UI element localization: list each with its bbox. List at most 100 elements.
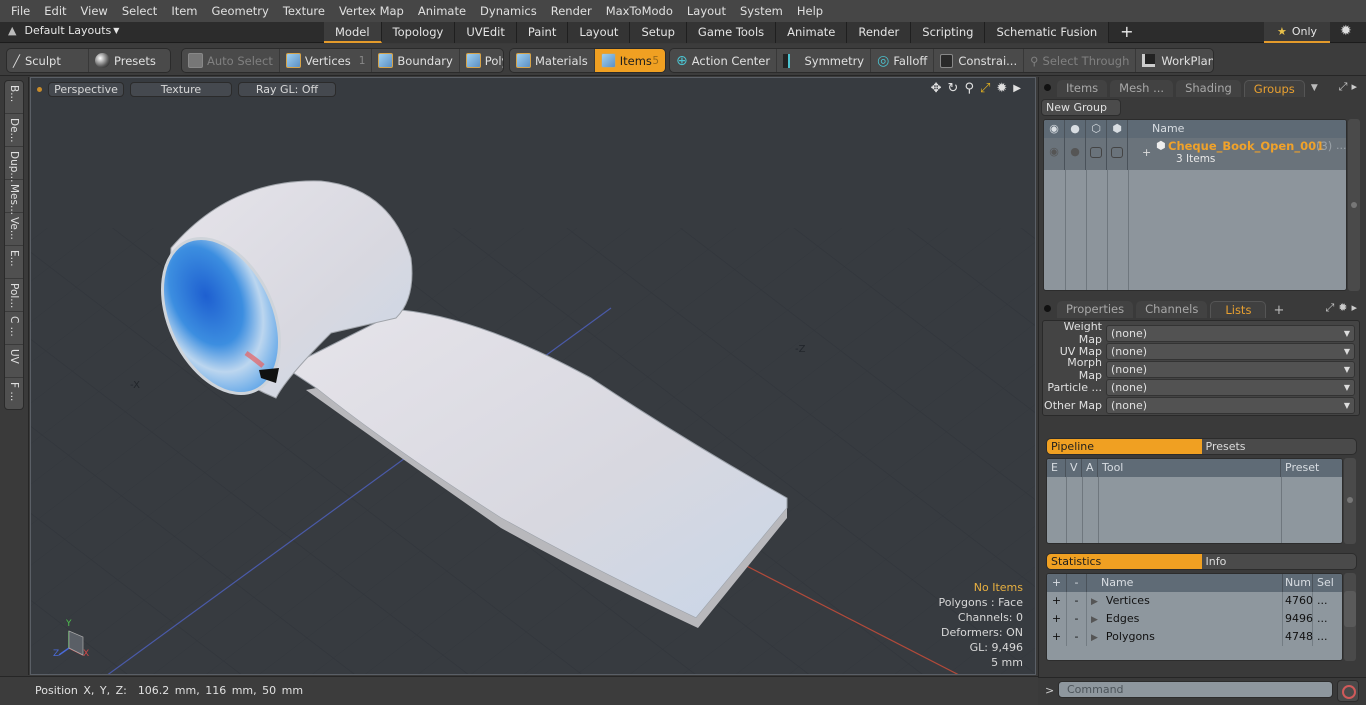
zoom-icon[interactable]: ⚲ <box>964 81 974 97</box>
menu-maxtomodo[interactable]: MaxToModo <box>599 4 680 18</box>
collapse-icon[interactable]: ▲ <box>8 24 16 37</box>
tab-groups[interactable]: Groups <box>1243 80 1305 97</box>
left-tab-uv[interactable]: UV <box>5 345 23 378</box>
particle-select[interactable]: (none) <box>1106 378 1355 396</box>
tab-setup[interactable]: Setup <box>630 22 687 43</box>
menu-vertex-map[interactable]: Vertex Map <box>332 4 411 18</box>
menu-edit[interactable]: Edit <box>37 4 73 18</box>
tab-animate[interactable]: Animate <box>776 22 848 43</box>
left-tab-curve[interactable]: C ... <box>5 312 23 345</box>
tab-pipeline[interactable]: Pipeline <box>1047 439 1202 454</box>
action-center-button[interactable]: ⊕ Action Center <box>670 49 778 72</box>
group-row[interactable]: ◉ ● + ⬢ Cheque_Book_Open_001 (3) ... 3 I… <box>1044 138 1346 170</box>
remove-button[interactable]: - <box>1067 610 1087 628</box>
auto-select-button[interactable]: Auto Select <box>182 49 280 72</box>
expand-arrow-icon[interactable]: ▶ <box>1091 597 1098 607</box>
expand-arrow-icon[interactable]: ▶ <box>1091 615 1098 625</box>
menu-dynamics[interactable]: Dynamics <box>473 4 544 18</box>
statistics-scrollbar[interactable] <box>1344 573 1356 661</box>
tab-properties[interactable]: Properties <box>1057 301 1134 318</box>
maximize-icon[interactable]: ⤢ <box>980 81 990 97</box>
add-button[interactable]: + <box>1047 592 1067 610</box>
lock-col-icon[interactable]: ⬡ <box>1086 120 1107 138</box>
constraints-button[interactable]: Constrai... <box>934 49 1025 72</box>
expand-arrow-icon[interactable]: ▶ <box>1013 81 1021 97</box>
add-tab-button[interactable]: + <box>1109 22 1144 43</box>
tab-layout[interactable]: Layout <box>568 22 631 43</box>
sculpt-button[interactable]: ╱ Sculpt <box>7 49 89 72</box>
layouts-dropdown[interactable]: ▲ Default Layouts ▼ <box>8 24 119 37</box>
boundary-button[interactable]: Boundary <box>372 49 460 72</box>
tab-mesh[interactable]: Mesh ... <box>1110 80 1174 97</box>
workplane-button[interactable]: WorkPlane <box>1136 49 1213 72</box>
group-name[interactable]: Cheque_Book_Open_001 <box>1168 139 1324 153</box>
expand-arrow-icon[interactable]: ▶ <box>1091 633 1098 643</box>
3d-viewport[interactable]: Perspective Texture Ray GL: Off ✥ ↻ ⚲ ⤢ … <box>30 77 1036 675</box>
tab-presets[interactable]: Presets <box>1202 439 1357 454</box>
vertices-button[interactable]: Vertices 1 <box>280 49 373 72</box>
menu-file[interactable]: File <box>4 4 37 18</box>
other-map-select[interactable]: (none) <box>1106 396 1355 414</box>
tab-uvedit[interactable]: UVEdit <box>455 22 517 43</box>
tab-lists[interactable]: Lists <box>1210 301 1267 318</box>
add-button[interactable]: + <box>1047 610 1067 628</box>
tab-paint[interactable]: Paint <box>516 22 569 43</box>
tab-game-tools[interactable]: Game Tools <box>686 22 777 43</box>
visibility-toggle-icon[interactable]: ◉ <box>1044 138 1065 170</box>
menu-layout[interactable]: Layout <box>680 4 733 18</box>
stats-row-polygons[interactable]: + - ▶ Polygons 4748 ... <box>1047 628 1342 646</box>
materials-button[interactable]: Materials <box>510 49 595 72</box>
menu-system[interactable]: System <box>733 4 790 18</box>
select-col-icon[interactable]: ⬢ <box>1107 120 1128 138</box>
left-tab-fusion[interactable]: F ... <box>5 378 23 411</box>
left-tab-duplicate[interactable]: Dup... <box>5 147 23 182</box>
left-tab-basic[interactable]: B... <box>5 81 23 114</box>
gear-icon[interactable]: ✹ <box>1340 23 1352 39</box>
expand-plus-icon[interactable]: + <box>1142 146 1151 159</box>
menu-select[interactable]: Select <box>115 4 164 18</box>
select-toggle[interactable] <box>1107 138 1128 170</box>
remove-button[interactable]: - <box>1067 592 1087 610</box>
groups-scrollbar[interactable] <box>1348 119 1360 291</box>
menu-render[interactable]: Render <box>544 4 599 18</box>
left-tab-edge[interactable]: E... <box>5 246 23 279</box>
tab-info[interactable]: Info <box>1202 554 1357 569</box>
tab-topology[interactable]: Topology <box>381 22 456 43</box>
view-mode-button[interactable]: Perspective <box>48 81 124 97</box>
viewport-settings-icon[interactable]: ✹ <box>996 81 1007 97</box>
falloff-button[interactable]: ◎ Falloff <box>871 49 935 72</box>
new-group-button[interactable]: New Group <box>1041 99 1121 116</box>
add-button[interactable]: + <box>1047 628 1067 646</box>
menu-animate[interactable]: Animate <box>411 4 473 18</box>
left-tab-polygon[interactable]: Pol... <box>5 279 23 312</box>
menu-geometry[interactable]: Geometry <box>205 4 276 18</box>
uv-map-select[interactable]: (none) <box>1106 342 1355 360</box>
panel-expand-icon[interactable]: ⤢▸ <box>1339 80 1361 94</box>
only-toggle[interactable]: ★ Only <box>1264 22 1330 43</box>
menu-view[interactable]: View <box>74 4 115 18</box>
presets-button[interactable]: Presets <box>89 49 162 72</box>
tab-model[interactable]: Model <box>324 22 382 43</box>
pan-icon[interactable]: ✥ <box>931 81 942 97</box>
tab-items[interactable]: Items <box>1057 80 1108 97</box>
symmetry-button[interactable]: Symmetry <box>777 49 872 72</box>
add-panel-tab-icon[interactable]: + <box>1273 303 1284 318</box>
render-toggle-icon[interactable]: ● <box>1065 138 1086 170</box>
stats-row-edges[interactable]: + - ▶ Edges 9496 ... <box>1047 610 1342 628</box>
tab-channels[interactable]: Channels <box>1136 301 1208 318</box>
rotate-icon[interactable]: ↻ <box>948 81 959 97</box>
raygl-button[interactable]: Ray GL: Off <box>238 81 336 97</box>
left-tab-vertex[interactable]: Ve... <box>5 213 23 246</box>
shading-mode-button[interactable]: Texture <box>130 81 232 97</box>
tab-dropdown-icon[interactable]: ▼ <box>1311 83 1318 93</box>
tab-shading[interactable]: Shading <box>1176 80 1241 97</box>
record-macro-button[interactable] <box>1337 680 1359 702</box>
tab-render[interactable]: Render <box>847 22 912 43</box>
weight-map-select[interactable]: (none) <box>1106 324 1355 342</box>
remove-button[interactable]: - <box>1067 628 1087 646</box>
menu-item[interactable]: Item <box>164 4 204 18</box>
items-button[interactable]: Items 5 <box>594 49 665 72</box>
visibility-col-icon[interactable]: ◉ <box>1044 120 1065 138</box>
select-through-button[interactable]: ⚲ Select Through <box>1024 49 1137 72</box>
morph-map-select[interactable]: (none) <box>1106 360 1355 378</box>
